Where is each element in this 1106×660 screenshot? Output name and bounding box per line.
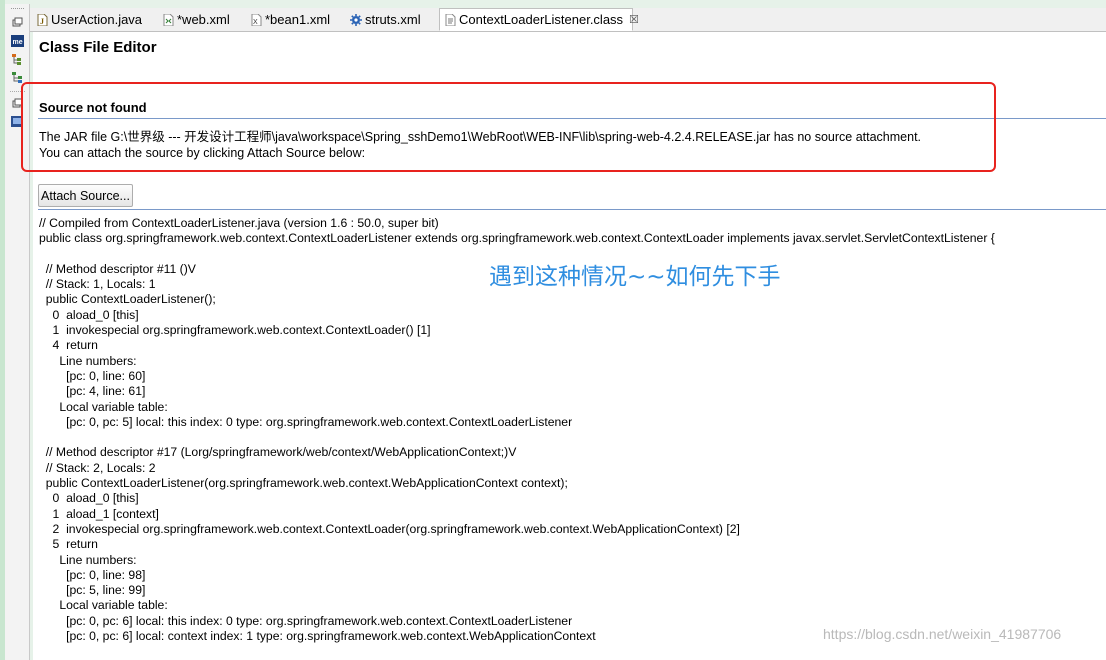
code-line: 4 return — [39, 338, 98, 353]
tree-icon[interactable] — [11, 70, 24, 83]
svg-text:X: X — [253, 19, 258, 26]
tab-useraction-java[interactable]: J UserAction.java — [36, 8, 142, 31]
tab-label: UserAction.java — [51, 12, 143, 27]
editor-tab-bar: J UserAction.java *web.xml X *bean1.xml … — [30, 8, 1106, 32]
code-line: 1 invokespecial org.springframework.web.… — [39, 323, 431, 338]
code-line: Line numbers: — [39, 552, 137, 567]
class-file-icon — [445, 13, 456, 26]
code-line: // Stack: 2, Locals: 2 — [39, 460, 156, 475]
code-line: 0 aload_0 [this] — [39, 307, 139, 322]
attach-source-button[interactable]: Attach Source... — [38, 184, 133, 207]
svg-text:me: me — [12, 39, 22, 46]
code-line: Local variable table: — [39, 598, 168, 613]
code-line: [pc: 4, line: 61] — [39, 384, 146, 399]
tab-bean1-xml[interactable]: X *bean1.xml — [250, 8, 330, 31]
code-line: 1 aload_1 [context] — [39, 506, 159, 521]
tab-label: *web.xml — [177, 12, 230, 27]
code-line: // Compiled from ContextLoaderListener.j… — [39, 216, 439, 230]
section-divider — [38, 209, 1106, 210]
java-file-icon: J — [36, 13, 48, 26]
code-line: public ContextLoaderListener(); — [39, 292, 216, 307]
code-line: Line numbers: — [39, 353, 137, 368]
gear-icon — [350, 13, 362, 26]
xml-file-icon — [162, 13, 174, 26]
code-line: 2 invokespecial org.springframework.web.… — [39, 521, 740, 536]
code-line: Local variable table: — [39, 399, 168, 414]
restore-icon[interactable] — [11, 16, 24, 29]
tab-struts-xml[interactable]: struts.xml — [350, 8, 421, 31]
code-line: 5 return — [39, 537, 98, 552]
code-line: public ContextLoaderListener(org.springf… — [39, 476, 568, 491]
code-line: [pc: 0, line: 98] — [39, 567, 146, 582]
code-line: public class org.springframework.web.con… — [39, 231, 995, 246]
page-title: Class File Editor — [39, 39, 157, 56]
svg-text:J: J — [40, 17, 44, 26]
highlight-box — [21, 82, 996, 172]
code-line: [pc: 0, line: 60] — [39, 368, 146, 383]
code-line: [pc: 5, line: 99] — [39, 583, 146, 598]
tab-label: *bean1.xml — [265, 12, 331, 27]
code-line: 0 aload_0 [this] — [39, 491, 139, 506]
hierarchy-icon[interactable] — [11, 52, 24, 65]
toolbar-grip[interactable] — [10, 8, 24, 11]
tab-contextloaderlistener-class[interactable]: ContextLoaderListener.class ☒ — [439, 8, 639, 31]
code-line: [pc: 0, pc: 5] local: this index: 0 type… — [39, 414, 573, 429]
outline-view-icon[interactable]: me — [10, 34, 24, 47]
xml-file-icon: X — [250, 13, 262, 26]
watermark: https://blog.csdn.net/weixin_41987706 — [823, 626, 1062, 642]
tab-web-xml[interactable]: *web.xml — [162, 8, 230, 31]
close-icon[interactable]: ☒ — [629, 13, 639, 26]
code-line: // Method descriptor #17 (Lorg/springfra… — [39, 445, 517, 460]
tab-label: ContextLoaderListener.class — [459, 12, 624, 27]
tab-label: struts.xml — [365, 12, 421, 27]
annotation-text: 遇到这种情况~~如何先下手 — [489, 264, 781, 290]
